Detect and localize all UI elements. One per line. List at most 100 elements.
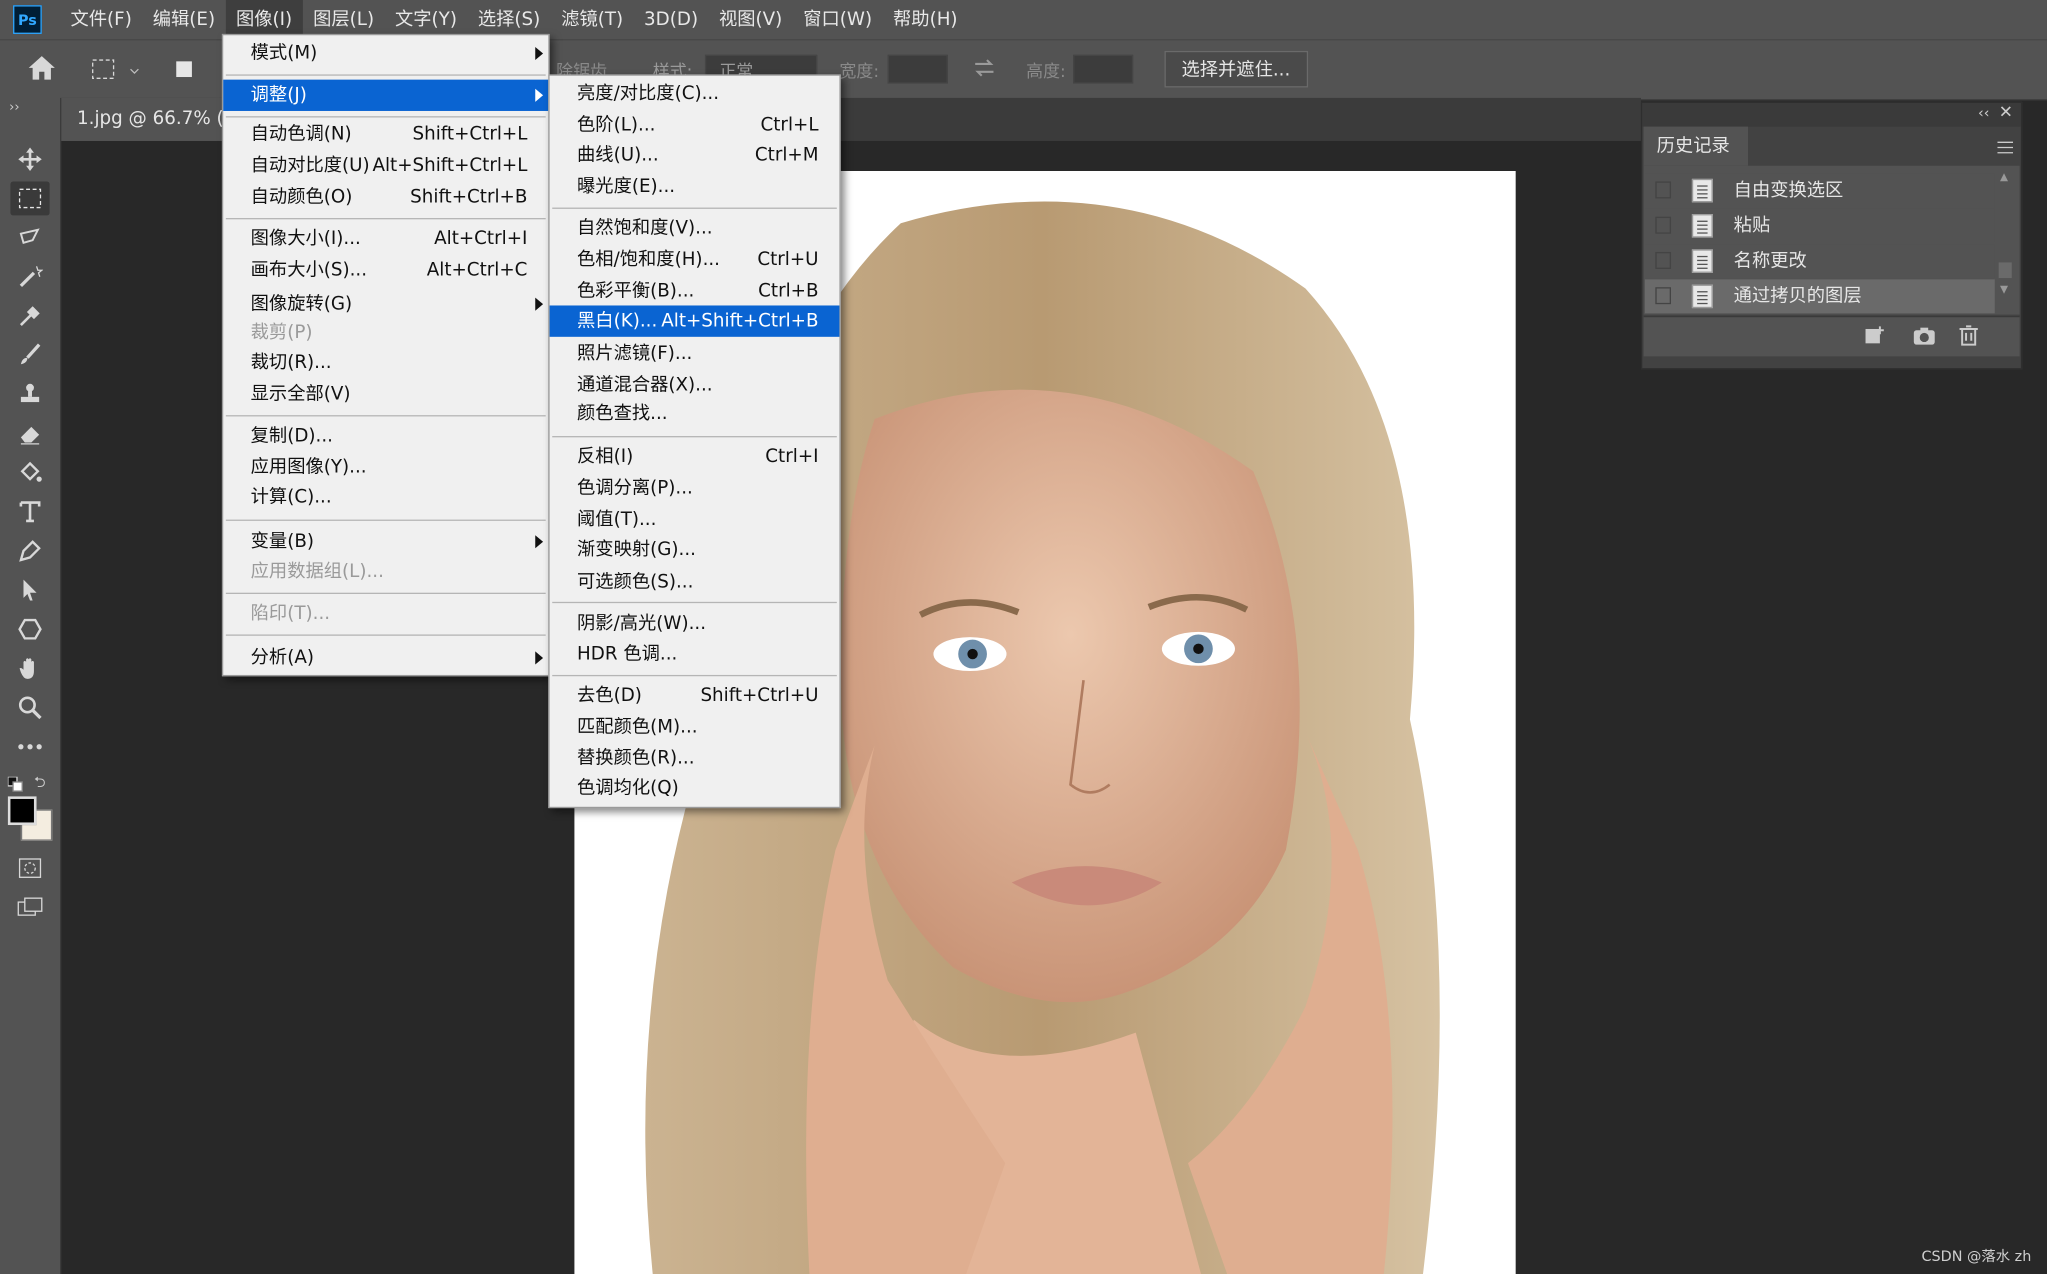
submenu-item-selective-color[interactable]: 可选颜色(S)... — [550, 567, 840, 598]
zoom-tool-icon[interactable] — [10, 691, 49, 725]
close-panel-icon[interactable]: ✕ — [1999, 103, 2013, 123]
history-state-icon — [1691, 178, 1713, 203]
marquee-preset-icon[interactable] — [91, 59, 143, 88]
eyedropper-tool-icon[interactable] — [10, 299, 49, 333]
screen-mode-icon[interactable] — [10, 890, 49, 924]
submenu-item-channel-mixer[interactable]: 通道混合器(X)... — [550, 369, 840, 400]
document-tab[interactable]: 1.jpg @ 66.7% (背 — [61, 97, 232, 141]
menu-item-adjustments[interactable]: 调整(J) — [223, 79, 549, 111]
menu-help[interactable]: 帮助(H) — [883, 0, 968, 39]
menu-item-trim[interactable]: 裁切(R)... — [223, 347, 548, 378]
menu-item-canvas-size[interactable]: 画布大小(S)... Alt+Ctrl+C — [223, 255, 548, 286]
menu-item-auto-color[interactable]: 自动颜色(O) Shift+Ctrl+B — [223, 181, 548, 212]
panel-menu-icon[interactable] — [1997, 134, 2014, 159]
history-panel-footer — [1643, 315, 2020, 357]
eraser-tool-icon[interactable] — [10, 416, 49, 450]
submenu-item-exposure[interactable]: 曝光度(E)... — [550, 171, 840, 202]
submenu-item-vibrance[interactable]: 自然饱和度(V)... — [550, 213, 840, 244]
submenu-item-desaturate[interactable]: 去色(D) Shift+Ctrl+U — [550, 680, 840, 711]
menu-divider — [552, 207, 837, 209]
home-icon[interactable] — [26, 54, 57, 88]
submenu-item-hdr-toning[interactable]: HDR 色调... — [550, 638, 840, 669]
height-field[interactable] — [1073, 54, 1134, 84]
submenu-item-color-lookup[interactable]: 颜色查找... — [550, 398, 840, 429]
history-brush-checkbox[interactable] — [1655, 216, 1672, 234]
submenu-item-invert[interactable]: 反相(I) Ctrl+I — [550, 441, 840, 472]
new-selection-icon[interactable] — [175, 60, 193, 83]
lasso-tool-icon[interactable] — [10, 221, 49, 255]
hand-tool-icon[interactable] — [10, 651, 49, 685]
history-scrollbar[interactable]: ▲ ▼ — [1998, 168, 2012, 299]
menu-item-analysis[interactable]: 分析(A) — [223, 642, 548, 673]
history-item[interactable]: 粘贴 — [1644, 208, 1995, 243]
rectangular-marquee-tool-icon[interactable] — [10, 181, 50, 216]
menu-item-calculations[interactable]: 计算(C)... — [223, 482, 548, 513]
history-brush-checkbox[interactable] — [1655, 287, 1672, 305]
default-colors-icon[interactable] — [7, 773, 24, 798]
submenu-item-color-balance[interactable]: 色彩平衡(B)... Ctrl+B — [550, 275, 840, 306]
menu-view[interactable]: 视图(V) — [709, 0, 793, 39]
collapse-panel-icon[interactable]: ‹‹ — [1978, 104, 1990, 121]
snapshot-camera-icon[interactable] — [1913, 325, 1936, 351]
paint-bucket-tool-icon[interactable] — [10, 456, 49, 490]
path-selection-tool-icon[interactable] — [10, 573, 49, 607]
expand-toolbar-icon[interactable]: ›› — [9, 101, 19, 115]
delete-state-icon[interactable] — [1958, 324, 1979, 351]
submenu-arrow-icon — [535, 46, 544, 61]
history-brush-checkbox[interactable] — [1655, 251, 1672, 269]
submenu-item-threshold[interactable]: 阈值(T)... — [550, 504, 840, 535]
submenu-arrow-icon — [535, 535, 544, 549]
magic-wand-tool-icon[interactable] — [10, 260, 49, 294]
menu-item-mode[interactable]: 模式(M) — [223, 38, 548, 69]
history-item[interactable]: 自由变换选区 — [1644, 173, 1995, 208]
submenu-item-match-color[interactable]: 匹配颜色(M)... — [550, 711, 840, 742]
brush-tool-icon[interactable] — [10, 338, 49, 372]
submenu-item-gradient-map[interactable]: 渐变映射(G)... — [550, 534, 840, 565]
submenu-item-curves[interactable]: 曲线(U)... Ctrl+M — [550, 140, 840, 171]
menu-item-auto-contrast[interactable]: 自动对比度(U) Alt+Shift+Ctrl+L — [223, 150, 548, 181]
more-tools-icon[interactable] — [10, 730, 49, 764]
history-brush-checkbox[interactable] — [1655, 181, 1672, 199]
history-state-icon — [1691, 249, 1713, 273]
menu-filter[interactable]: 滤镜(T) — [551, 0, 634, 39]
width-field[interactable] — [887, 54, 948, 84]
submenu-item-black-white[interactable]: 黑白(K)... Alt+Shift+Ctrl+B — [549, 305, 840, 337]
menu-item-duplicate[interactable]: 复制(D)... — [223, 420, 548, 451]
submenu-item-posterize[interactable]: 色调分离(P)... — [550, 473, 840, 504]
pen-tool-icon[interactable] — [10, 534, 49, 568]
swap-colors-icon[interactable]: ⮌ — [34, 772, 46, 797]
menu-item-auto-tone[interactable]: 自动色调(N) Shift+Ctrl+L — [223, 119, 548, 150]
submenu-item-replace-color[interactable]: 替换颜色(R)... — [550, 743, 840, 774]
submenu-item-equalize[interactable]: 色调均化(Q) — [550, 773, 840, 804]
submenu-item-hue-saturation[interactable]: 色相/饱和度(H)... Ctrl+U — [550, 244, 840, 275]
foreground-color-swatch[interactable] — [7, 796, 37, 826]
menu-item-image-rotation[interactable]: 图像旋转(G) — [223, 289, 548, 320]
menu-item-apply-image[interactable]: 应用图像(Y)... — [223, 452, 548, 483]
watermark-text: CSDN @落水 zh — [1921, 1248, 2032, 1266]
type-tool-icon[interactable] — [10, 495, 49, 529]
history-item-current[interactable]: 通过拷贝的图层 — [1644, 279, 1995, 314]
menu-divider — [225, 592, 546, 594]
new-document-from-state-icon[interactable] — [1863, 325, 1886, 351]
submenu-item-photo-filter[interactable]: 照片滤镜(F)... — [550, 338, 840, 369]
menu-item-reveal-all[interactable]: 显示全部(V) — [223, 379, 548, 410]
menu-edit[interactable]: 编辑(E) — [142, 0, 225, 39]
submenu-item-levels[interactable]: 色阶(L)... Ctrl+L — [550, 110, 840, 141]
submenu-item-shadows-highlights[interactable]: 阴影/高光(W)... — [550, 608, 840, 639]
menu-window[interactable]: 窗口(W) — [793, 0, 883, 39]
shape-tool-icon[interactable] — [10, 612, 49, 646]
history-item[interactable]: 名称更改 — [1644, 244, 1995, 279]
history-state-icon — [1691, 284, 1713, 309]
quick-mask-icon[interactable] — [10, 851, 49, 885]
swap-icon[interactable] — [973, 56, 996, 85]
submenu-item-brightness-contrast[interactable]: 亮度/对比度(C)... — [550, 78, 840, 109]
stamp-tool-icon[interactable] — [10, 377, 49, 411]
menu-item-variables[interactable]: 变量(B) — [223, 526, 548, 557]
menu-item-image-size[interactable]: 图像大小(I)... Alt+Ctrl+I — [223, 223, 548, 254]
menu-item-crop: 裁剪(P) — [250, 322, 313, 344]
menu-3d[interactable]: 3D(D) — [634, 0, 709, 39]
move-tool-icon[interactable] — [10, 142, 49, 176]
select-and-mask-button[interactable]: 选择并遮住... — [1164, 50, 1309, 88]
menu-file[interactable]: 文件(F) — [60, 0, 142, 39]
history-panel-tab[interactable]: 历史记录 — [1643, 126, 1749, 166]
